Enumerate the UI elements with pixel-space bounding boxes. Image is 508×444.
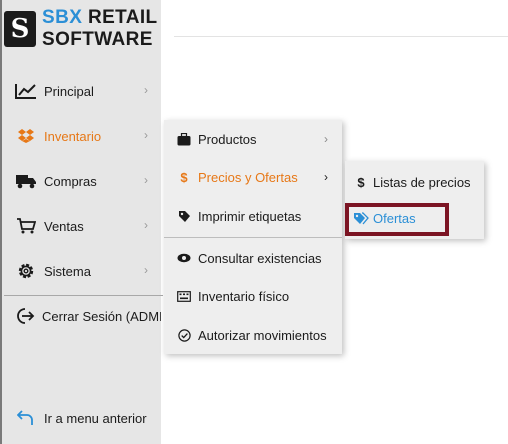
logo-retail: RETAIL <box>82 7 158 28</box>
dollar-icon: $ <box>357 174 365 190</box>
dollar-icon: $ <box>180 169 188 185</box>
highlight-box <box>345 203 449 236</box>
sidebar-divider <box>4 295 163 296</box>
submenu-item-label: Listas de precios <box>373 174 471 190</box>
sidebar-item-label: Principal <box>44 83 94 99</box>
logout-icon <box>15 307 35 325</box>
chevron-right-icon: › <box>324 170 328 184</box>
submenu-item-label: Autorizar movimientos <box>198 327 327 343</box>
submenu-inventario: Productos › $ Precios y Ofertas › Imprim… <box>164 120 342 354</box>
sidebar-item-label: Compras <box>44 173 97 189</box>
sidebar-item-label: Inventario <box>44 128 102 144</box>
cart-icon <box>15 218 37 234</box>
sidebar-item-inventario[interactable]: Inventario › <box>4 118 161 154</box>
briefcase-icon <box>176 132 192 146</box>
submenu-item-consultar-existencias[interactable]: Consultar existencias <box>164 239 342 277</box>
logo-brand: SBX <box>42 7 83 28</box>
submenu-divider <box>164 237 342 238</box>
submenu-item-label: Consultar existencias <box>198 250 322 266</box>
submenu-item-listas-precios[interactable]: $ Listas de precios <box>345 163 484 201</box>
logo-software: SOFTWARE <box>42 29 153 50</box>
submenu-item-label: Productos <box>198 131 257 147</box>
truck-icon <box>15 173 37 189</box>
submenu-item-precios-ofertas[interactable]: $ Precios y Ofertas › <box>164 158 342 196</box>
sidebar-item-cerrar-sesion[interactable]: Cerrar Sesión (ADMIN) <box>4 298 161 334</box>
chevron-right-icon: › <box>144 218 148 232</box>
submenu-item-label: Precios y Ofertas <box>198 169 298 185</box>
sidebar-item-sistema[interactable]: Sistema › <box>4 253 161 289</box>
header-divider <box>174 36 508 37</box>
sidebar-item-label: Ir a menu anterior <box>44 410 147 426</box>
logo: S SBX RETAIL SOFTWARE <box>4 7 161 51</box>
chevron-right-icon: › <box>144 83 148 97</box>
tag-icon <box>176 210 192 223</box>
chevron-right-icon: › <box>324 132 328 146</box>
check-circle-icon <box>176 328 192 342</box>
chevron-right-icon: › <box>144 263 148 277</box>
chevron-right-icon: › <box>144 173 148 187</box>
sidebar: S SBX RETAIL SOFTWARE Principal › Invent… <box>0 0 163 444</box>
submenu-item-inventario-fisico[interactable]: Inventario físico <box>164 277 342 315</box>
sidebar-item-label: Cerrar Sesión (ADMIN) <box>42 308 161 324</box>
chart-line-icon <box>15 83 37 99</box>
logo-text: SBX RETAIL SOFTWARE <box>42 7 158 51</box>
submenu-item-label: Inventario físico <box>198 288 290 304</box>
back-arrow-icon <box>15 410 37 426</box>
sidebar-item-ventas[interactable]: Ventas › <box>4 208 161 244</box>
gear-icon <box>15 262 37 280</box>
sidebar-item-ir-menu-anterior[interactable]: Ir a menu anterior <box>4 400 161 436</box>
submenu-item-autorizar-movimientos[interactable]: Autorizar movimientos <box>164 316 342 354</box>
submenu-item-label: Imprimir etiquetas <box>198 208 302 224</box>
submenu-item-imprimir-etiquetas[interactable]: Imprimir etiquetas <box>164 197 342 235</box>
chevron-right-icon: › <box>144 128 148 142</box>
sidebar-item-label: Ventas <box>44 218 84 234</box>
submenu-item-productos[interactable]: Productos › <box>164 120 342 158</box>
logo-mark-icon: S <box>4 11 36 47</box>
dropbox-icon <box>15 128 37 144</box>
sidebar-item-compras[interactable]: Compras › <box>4 163 161 199</box>
eye-icon <box>176 253 192 263</box>
keyboard-icon <box>176 290 192 302</box>
sidebar-item-label: Sistema <box>44 263 91 279</box>
sidebar-item-principal[interactable]: Principal › <box>4 73 161 109</box>
